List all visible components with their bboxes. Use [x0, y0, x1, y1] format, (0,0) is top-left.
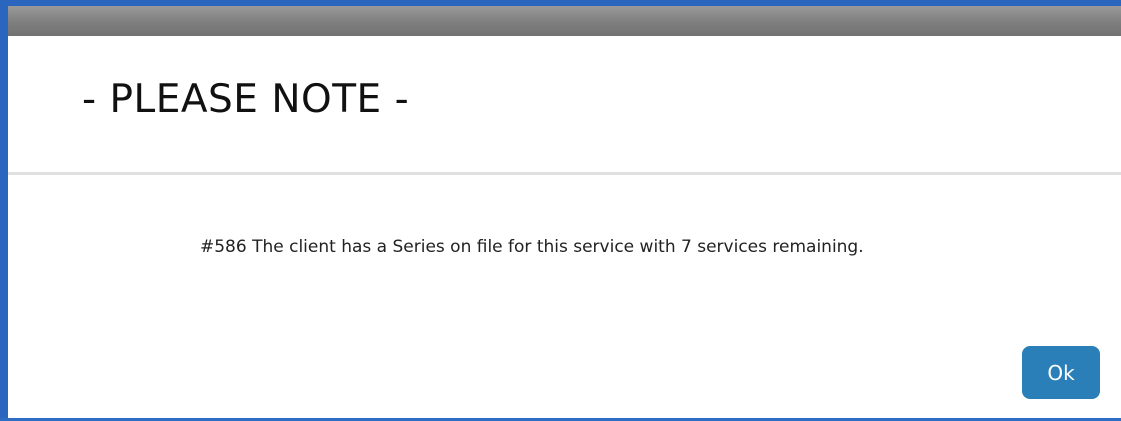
- ok-button[interactable]: Ok: [1022, 346, 1100, 399]
- dialog-header: - PLEASE NOTE -: [8, 36, 1121, 172]
- note-dialog: - PLEASE NOTE - #586 The client has a Se…: [8, 6, 1121, 418]
- header-divider: [8, 172, 1121, 175]
- dialog-message: #586 The client has a Series on file for…: [200, 237, 864, 257]
- dialog-titlebar[interactable]: [8, 6, 1121, 36]
- dialog-title: - PLEASE NOTE -: [82, 77, 410, 122]
- window-frame-left: [0, 0, 8, 421]
